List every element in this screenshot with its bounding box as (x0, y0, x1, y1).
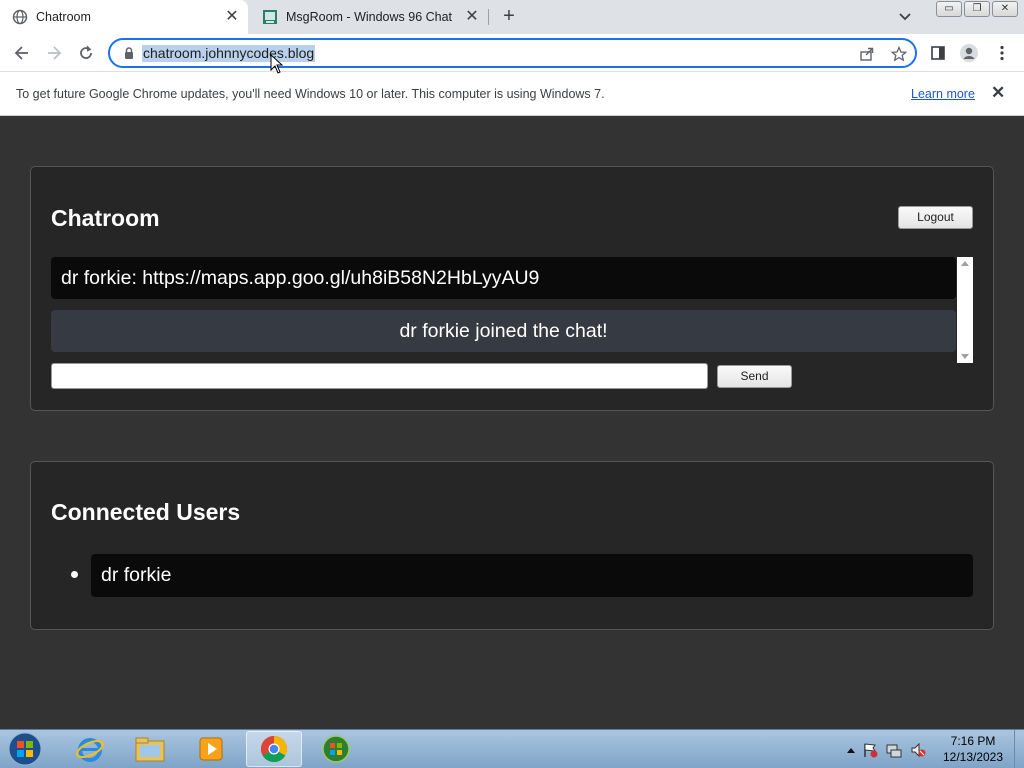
scroll-up-icon[interactable] (961, 261, 969, 266)
message-scrollbar[interactable] (957, 257, 973, 363)
restore-button[interactable]: ❐ (964, 1, 990, 17)
tab-separator (488, 9, 489, 25)
logout-button[interactable]: Logout (898, 206, 973, 229)
new-tab-button[interactable]: + (498, 6, 520, 28)
more-menu-icon[interactable] (991, 42, 1013, 64)
system-tray (844, 730, 930, 768)
user-name: dr forkie (91, 554, 973, 597)
share-icon[interactable] (858, 45, 876, 63)
tab-close-icon[interactable]: ✕ (222, 7, 242, 27)
profile-avatar-icon[interactable] (958, 42, 980, 64)
msgroom-icon (262, 9, 278, 25)
browser-toolbar: chatroom.johnnycodes.blog (0, 34, 1024, 72)
clock-date: 12/13/2023 (942, 750, 1004, 764)
tab-title: MsgRoom - Windows 96 Chat (286, 10, 453, 24)
tab-close-icon[interactable]: ✕ (462, 7, 482, 27)
update-infobar: To get future Google Chrome updates, you… (0, 72, 1024, 116)
clock-time: 7:16 PM (950, 734, 996, 748)
bullet-icon (71, 571, 78, 578)
chat-message: dr forkie: https://maps.app.goo.gl/uh8iB… (51, 257, 956, 299)
show-desktop-button[interactable] (1014, 730, 1024, 768)
volume-muted-icon[interactable] (906, 742, 930, 758)
media-player-icon[interactable] (183, 731, 239, 767)
infobar-close-icon[interactable]: ✕ (991, 83, 1005, 103)
side-panel-icon[interactable] (927, 42, 949, 64)
file-explorer-icon[interactable] (122, 731, 178, 767)
window-close-button[interactable]: ✕ (992, 1, 1018, 17)
address-bar[interactable]: chatroom.johnnycodes.blog (108, 38, 917, 68)
mouse-cursor-icon (270, 53, 284, 74)
reload-icon[interactable] (74, 41, 98, 65)
taskbar: 7:16 PM 12/13/2023 (0, 729, 1024, 768)
action-center-flag-icon[interactable] (858, 742, 882, 758)
tab-strip: Chatroom ✕ MsgRoom - Windows 96 Chat ✕ +… (0, 0, 1024, 34)
chrome-icon[interactable] (246, 731, 302, 767)
tab-title: Chatroom (36, 10, 91, 24)
infobar-message: To get future Google Chrome updates, you… (16, 87, 605, 101)
chevron-down-icon[interactable] (895, 8, 915, 26)
list-item: dr forkie (51, 554, 973, 597)
tab-chatroom[interactable]: Chatroom ✕ (0, 0, 248, 34)
window-controls: ▭ ❐ ✕ (934, 1, 1018, 17)
system-clock[interactable]: 7:16 PM 12/13/2023 (935, 733, 1011, 765)
scroll-down-icon[interactable] (961, 354, 969, 359)
user-list: dr forkie (51, 554, 973, 597)
connected-users-panel: Connected Users dr forkie (30, 461, 994, 630)
lock-icon[interactable] (122, 46, 136, 60)
star-icon[interactable] (890, 45, 908, 63)
network-icon[interactable] (882, 742, 906, 758)
address-text[interactable]: chatroom.johnnycodes.blog (142, 45, 316, 62)
learn-more-link[interactable]: Learn more (911, 87, 975, 101)
show-hidden-icons-icon[interactable] (844, 747, 858, 753)
tab-msgroom[interactable]: MsgRoom - Windows 96 Chat ✕ (250, 0, 488, 34)
chatroom-panel: Chatroom Logout dr forkie: https://maps.… (30, 166, 994, 411)
internet-explorer-icon[interactable] (62, 731, 118, 767)
message-input[interactable] (51, 363, 708, 389)
system-message: dr forkie joined the chat! (51, 310, 956, 352)
forward-icon[interactable] (42, 41, 66, 65)
globe-icon (12, 9, 28, 25)
message-list[interactable]: dr forkie: https://maps.app.goo.gl/uh8iB… (51, 257, 973, 363)
send-button[interactable]: Send (717, 365, 792, 388)
page-content: Chatroom Logout dr forkie: https://maps.… (0, 116, 1024, 729)
back-icon[interactable] (10, 41, 34, 65)
start-button[interactable] (5, 731, 45, 767)
windows-media-center-icon[interactable] (308, 731, 364, 767)
chatroom-title: Chatroom (51, 205, 160, 231)
connected-users-title: Connected Users (51, 499, 241, 525)
minimize-button[interactable]: ▭ (936, 1, 962, 17)
